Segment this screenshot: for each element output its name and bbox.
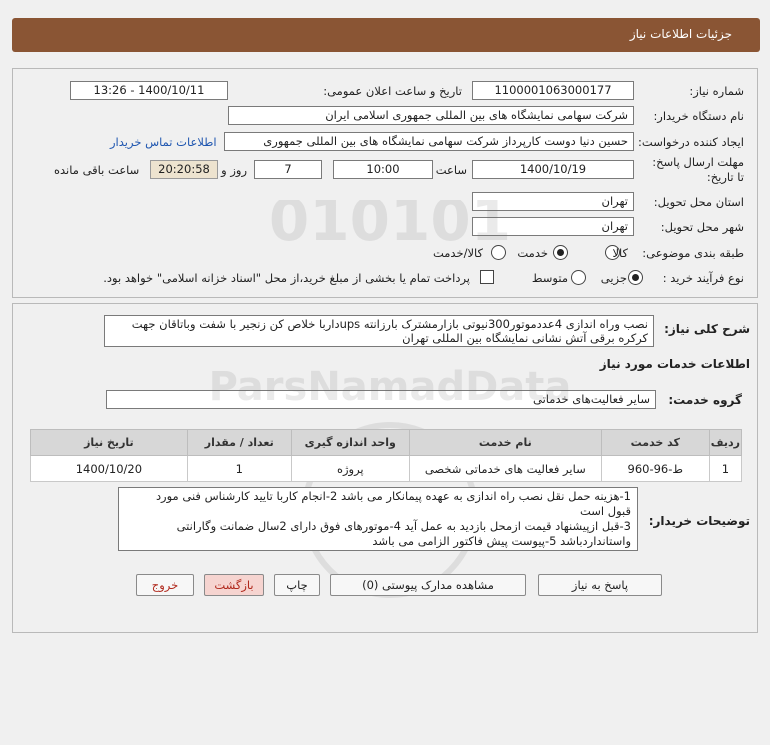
treasury-checkbox[interactable] [480, 270, 494, 284]
buyer-notes-line-3: 3-قبل ازپیشنهاد قیمت ازمحل بازدید به عمل… [176, 519, 631, 533]
category-radio-goods-service[interactable] [491, 245, 506, 260]
buyer-notes-line-1: 1-هزینه حمل نقل نصب راه اندازی به عهده پ… [155, 489, 631, 503]
need-number-field: 1100001063000177 [472, 81, 634, 100]
category-option-goods: کالا [612, 246, 628, 260]
deadline-time-field: 10:00 [333, 160, 433, 179]
buyer-label: نام دستگاه خریدار: [653, 109, 744, 123]
services-section-title: اطلاعات خدمات مورد نیاز [599, 357, 750, 371]
announce-label: تاریخ و ساعت اعلان عمومی: [323, 84, 462, 98]
purchase-option-medium: متوسط [531, 271, 568, 285]
buyer-notes-line-4: واستانداردباشد 5-پیوست پیش فاکتور الزامی… [372, 534, 631, 548]
category-option-service: خدمت [517, 246, 548, 260]
col-date: تاریخ نیاز [30, 429, 188, 456]
col-row: ردیف [708, 429, 743, 456]
exit-button[interactable]: خروج [136, 574, 194, 596]
deadline-label: مهلت ارسال پاسخ: تا تاریخ: [652, 155, 744, 184]
buyer-notes-field: 1-هزینه حمل نقل نصب راه اندازی به عهده پ… [118, 487, 638, 551]
contact-buyer-link[interactable]: اطلاعات تماس خریدار [110, 135, 217, 149]
description-label: شرح کلی نیاز: [664, 322, 750, 336]
remaining-time-field: 20:20:58 [150, 160, 218, 179]
table-row: 1 ط-96-960 سایر فعالیت های خدماتی شخصی پ… [30, 455, 743, 482]
cell-date: 1400/10/20 [30, 455, 188, 482]
need-number-label: شماره نیاز: [689, 84, 744, 98]
description-line-2: کرکره برقی آتش نشانی نمایشگاه بین المللی… [402, 331, 648, 345]
buyer-field: شرکت سهامی نمایشگاه های بین المللی جمهور… [228, 106, 634, 125]
service-group-field: سایر فعالیت‌های خدماتی [106, 390, 656, 409]
creator-field: حسین دنیا دوست کارپرداز شرکت سهامی نمایش… [224, 132, 634, 151]
service-group-label: گروه خدمت: [668, 393, 742, 407]
city-label: شهر محل تحویل: [660, 220, 744, 234]
col-name: نام خدمت [408, 429, 602, 456]
services-table-header: ردیف کد خدمت نام خدمت واحد اندازه گیری ت… [30, 429, 743, 456]
back-button[interactable]: بازگشت [204, 574, 264, 596]
page-title: جزئیات اطلاعات نیاز [629, 27, 732, 41]
creator-label: ایجاد کننده درخواست: [638, 135, 744, 149]
days-field: 7 [254, 160, 322, 179]
time-label: ساعت [435, 163, 467, 177]
purchase-option-minor: جزیی [600, 271, 627, 285]
reply-button[interactable]: پاسخ به نیاز [538, 574, 662, 596]
print-button[interactable]: چاپ [274, 574, 320, 596]
description-line-1: نصب وراه اندازی 4عددموتور300نیوتی بازارم… [131, 317, 648, 331]
category-radio-service[interactable] [553, 245, 568, 260]
category-option-goods-service: کالا/خدمت [432, 246, 483, 260]
purchase-radio-minor[interactable] [628, 270, 643, 285]
purchase-type-label: نوع فرآیند خرید : [662, 271, 744, 285]
cell-name: سایر فعالیت های خدماتی شخصی [408, 455, 602, 482]
cell-code: ط-96-960 [600, 455, 710, 482]
buyer-notes-label: توضیحات خریدار: [648, 514, 750, 528]
cell-row: 1 [708, 455, 743, 482]
announce-field: 1400/10/11 - 13:26 [70, 81, 228, 100]
header-bar: جزئیات اطلاعات نیاز [12, 18, 760, 52]
days-label: روز و [221, 163, 247, 177]
province-label: استان محل تحویل: [653, 195, 744, 209]
cell-unit: پروژه [290, 455, 410, 482]
deadline-date-field: 1400/10/19 [472, 160, 634, 179]
payment-note: پرداخت تمام یا بخشی از مبلغ خرید،از محل … [103, 271, 470, 285]
buyer-notes-line-2: قبول است [579, 504, 631, 518]
city-field: تهران [472, 217, 634, 236]
col-unit: واحد اندازه گیری [290, 429, 410, 456]
attachments-button[interactable]: مشاهده مدارک پیوستی (0) [330, 574, 526, 596]
description-field: نصب وراه اندازی 4عددموتور300نیوتی بازارم… [104, 315, 654, 347]
col-code: کد خدمت [600, 429, 710, 456]
cell-quantity: 1 [186, 455, 292, 482]
category-label: طبقه بندی موضوعی: [642, 246, 744, 260]
col-quantity: تعداد / مقدار [186, 429, 292, 456]
province-field: تهران [472, 192, 634, 211]
remaining-label: ساعت باقی مانده [54, 163, 140, 177]
services-table: ردیف کد خدمت نام خدمت واحد اندازه گیری ت… [30, 429, 743, 482]
purchase-radio-medium[interactable] [571, 270, 586, 285]
